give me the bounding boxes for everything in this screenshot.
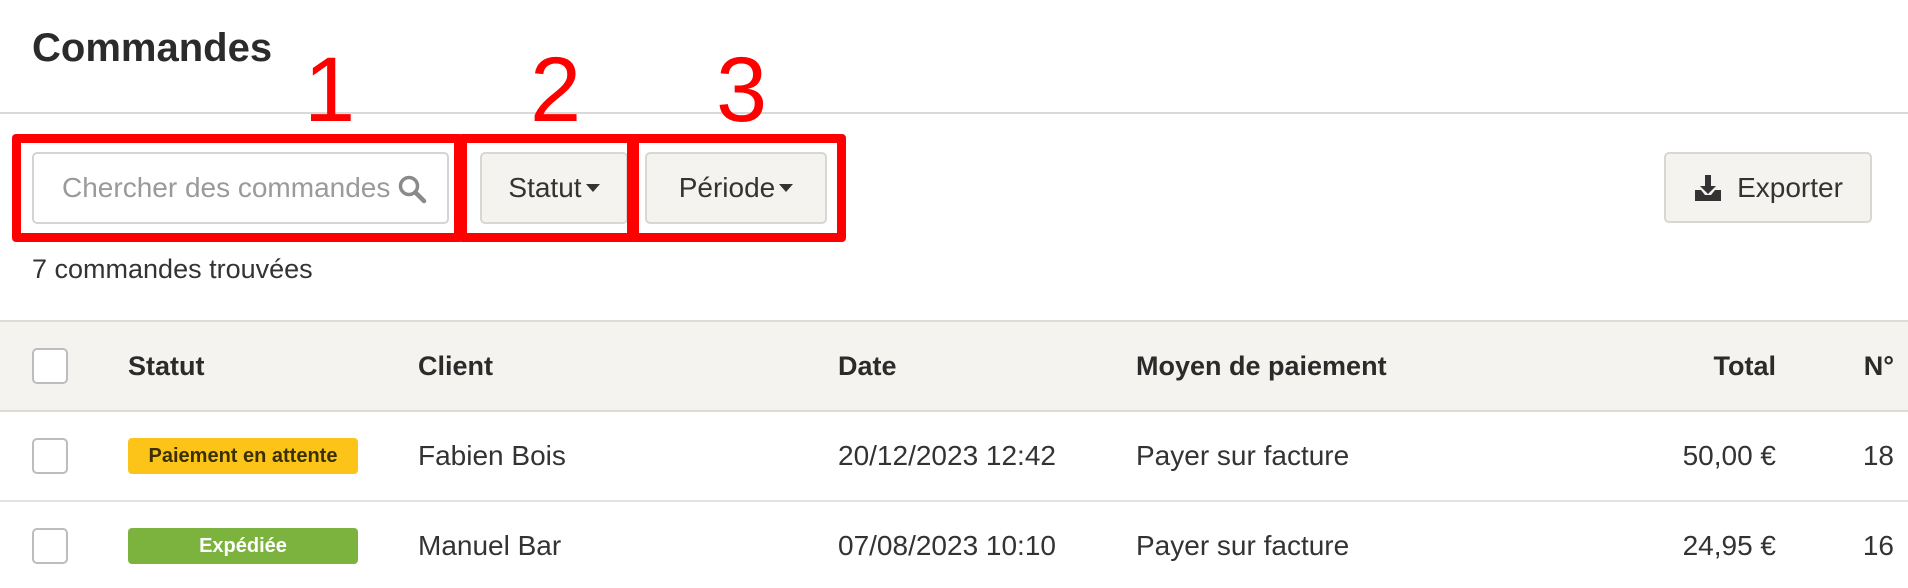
column-header-client[interactable]: Client (418, 322, 493, 410)
download-icon (1695, 174, 1722, 201)
row-checkbox[interactable] (32, 438, 68, 474)
export-label: Exporter (1737, 171, 1843, 203)
callout-number-1: 1 (304, 39, 356, 141)
column-header-number[interactable]: N° (1864, 322, 1894, 410)
order-number-cell: 16 (1862, 530, 1894, 561)
callout-box-search (12, 134, 463, 242)
column-header-status[interactable]: Statut (128, 322, 205, 410)
total-cell: 50,00 € (1682, 440, 1776, 471)
table-row[interactable]: Paiement en attente Fabien Bois 20/12/20… (0, 412, 1908, 502)
select-all-checkbox[interactable] (32, 348, 68, 384)
page-title: Commandes (32, 26, 273, 70)
result-count: 7 commandes trouvées (32, 254, 313, 284)
title-divider (0, 112, 1908, 114)
callout-number-2: 2 (530, 39, 582, 141)
orders-table: Statut Client Date Moyen de paiement Tot… (0, 320, 1908, 588)
payment-cell: Payer sur facture (1136, 530, 1350, 561)
order-number-cell: 18 (1862, 440, 1894, 471)
column-header-payment[interactable]: Moyen de paiement (1136, 322, 1387, 410)
export-button[interactable]: Exporter (1664, 152, 1872, 223)
callout-box-period (630, 134, 846, 242)
callout-box-status (458, 134, 636, 242)
total-cell: 24,95 € (1682, 530, 1776, 561)
date-cell: 20/12/2023 12:42 (838, 440, 1056, 471)
payment-cell: Payer sur facture (1136, 440, 1350, 471)
status-badge: Paiement en attente (128, 438, 358, 474)
date-cell: 07/08/2023 10:10 (838, 530, 1056, 561)
callout-number-3: 3 (716, 39, 768, 141)
table-row[interactable]: Expédiée Manuel Bar 07/08/2023 10:10 Pay… (0, 502, 1908, 588)
column-header-date[interactable]: Date (838, 322, 897, 410)
table-header-row: Statut Client Date Moyen de paiement Tot… (0, 320, 1908, 412)
client-cell: Manuel Bar (418, 530, 562, 561)
client-cell: Fabien Bois (418, 440, 566, 471)
column-header-total[interactable]: Total (1714, 322, 1777, 410)
row-checkbox[interactable] (32, 528, 68, 564)
status-badge: Expédiée (128, 528, 358, 564)
